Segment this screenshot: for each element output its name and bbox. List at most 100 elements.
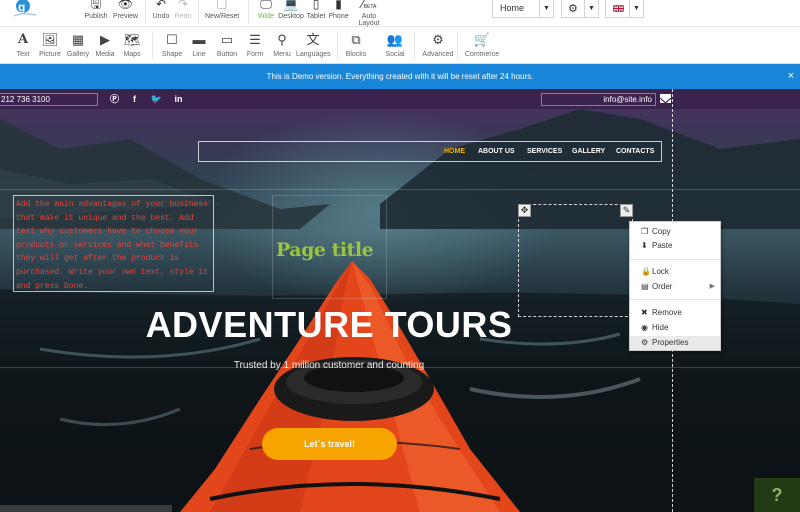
eye-icon: 👁 <box>117 0 134 11</box>
context-menu-paste[interactable]: ⬇ Paste <box>630 239 720 253</box>
nav-gallery[interactable]: GALLERY <box>572 148 605 155</box>
widget-languages-button[interactable]: 文 Languages <box>296 32 331 58</box>
demo-banner-text: This is Demo version. Everything created… <box>266 72 534 81</box>
nav-services[interactable]: SERVICES <box>527 148 562 155</box>
section-guide-line <box>0 189 800 190</box>
nav-home[interactable]: HOME <box>444 148 465 155</box>
lets-travel-button[interactable]: Let`s travel! <box>262 428 397 460</box>
laptop-icon: 💻 <box>283 0 299 11</box>
square-icon: ☐ <box>166 32 178 47</box>
eye-icon: ◉ <box>641 323 648 332</box>
page-title[interactable]: Page title <box>276 239 374 261</box>
hero-subtitle[interactable]: Trusted by 1 million customer and counti… <box>0 360 658 371</box>
gallery-icon: ▦ <box>71 32 85 47</box>
pinterest-icon[interactable]: Ⓟ <box>108 93 121 106</box>
chevron-down-icon: ▼ <box>584 0 598 17</box>
twitter-icon[interactable]: 🐦 <box>150 93 163 106</box>
device-wide-button[interactable]: 🖵 Wide <box>256 0 276 27</box>
redo-button[interactable]: ↷ Redo <box>173 0 193 27</box>
toolbar-divider <box>198 0 199 24</box>
editor-canvas[interactable]: 212 736 3100 Ⓟ f 🐦 in info@site.info HOM… <box>0 89 800 512</box>
context-menu-copy[interactable]: ❐ Copy <box>630 225 720 239</box>
site-nav[interactable]: HOME ABOUT US SERVICES GALLERY CONTACTS <box>198 141 662 162</box>
page-select[interactable]: Home ▼ <box>492 0 554 18</box>
widget-blocks-button[interactable]: ⧉ Blocks <box>341 32 371 58</box>
form-icon: ☰ <box>249 32 261 47</box>
widget-shape-button[interactable]: ☐ Shape <box>157 32 187 58</box>
selected-element-outline[interactable] <box>518 204 633 317</box>
chevron-right-icon: ▶ <box>709 283 715 290</box>
widget-form-button[interactable]: ☰ Form <box>240 32 270 58</box>
widget-maps-button[interactable]: 🗺 Maps <box>117 32 147 58</box>
publish-button[interactable]: 🖫 Publish <box>84 0 108 27</box>
widget-social-button[interactable]: 👥 Social <box>380 32 410 58</box>
preview-button[interactable]: 👁 Preview <box>112 0 139 27</box>
context-menu-lock[interactable]: 🔒 Lock <box>630 265 720 279</box>
device-desktop-button[interactable]: 💻 Desktop <box>278 0 304 27</box>
redo-icon: ↷ <box>177 0 189 11</box>
envelope-icon[interactable] <box>659 94 672 104</box>
undo-icon: ↶ <box>155 0 167 11</box>
close-icon[interactable]: × <box>785 64 797 89</box>
new-reset-button[interactable]: 🗋 New/Reset <box>205 0 239 27</box>
widget-media-button[interactable]: ▶ Media <box>90 32 120 58</box>
nav-about-us[interactable]: ABOUT US <box>478 148 515 155</box>
settings-dropdown[interactable]: ⚙ ▼ <box>561 0 599 18</box>
contact-bar: 212 736 3100 Ⓟ f 🐦 in info@site.info <box>0 89 800 109</box>
phone-icon: ▮ <box>335 0 342 11</box>
main-toolbar: g 🖫 Publish 👁 Preview ↶ Undo ↷ Redo 🗋 Ne… <box>0 0 800 27</box>
device-phone-button[interactable]: ▮ Phone <box>328 0 349 27</box>
svg-text:g: g <box>18 0 25 14</box>
toolbar-divider <box>457 33 458 59</box>
blocks-icon: ⧉ <box>351 32 361 47</box>
gear-icon: ⚙ <box>568 3 578 15</box>
facebook-icon[interactable]: f <box>128 93 141 106</box>
video-icon: ▶ <box>100 32 110 47</box>
widget-text-button[interactable]: A Text <box>8 32 38 58</box>
help-button[interactable]: ? <box>754 478 800 512</box>
widget-picture-button[interactable]: 🖼 Picture <box>35 32 65 58</box>
hero-title[interactable]: ADVENTURE TOURS <box>0 304 658 346</box>
pencil-icon[interactable]: ✎ <box>620 204 633 217</box>
language-dropdown[interactable]: ▼ <box>605 0 644 18</box>
toolbar-divider <box>145 0 146 24</box>
remove-icon: ✖ <box>641 308 648 317</box>
context-menu-divider <box>630 299 720 300</box>
lock-icon: 🔒 <box>641 267 651 276</box>
auto-layout-button[interactable]: ⁄BETA Auto Layout <box>351 0 387 27</box>
move-icon[interactable]: ✥ <box>518 204 531 217</box>
widget-button-button[interactable]: ▭ Button <box>212 32 242 58</box>
context-menu-remove[interactable]: ✖ Remove <box>630 306 720 320</box>
monitor-icon: 🖵 <box>260 0 272 11</box>
line-icon: ▬ <box>192 32 206 47</box>
widget-menu-button[interactable]: ⚲ Menu <box>267 32 297 58</box>
toolbar-divider <box>337 33 338 59</box>
context-menu-properties[interactable]: ⚙ Properties <box>630 336 720 350</box>
copy-icon: ❐ <box>641 227 649 236</box>
device-tablet-button[interactable]: ▯ Tablet <box>306 0 326 27</box>
context-menu-divider <box>630 259 720 260</box>
button-icon: ▭ <box>220 32 234 47</box>
gear-icon: ⚙ <box>641 338 649 347</box>
tablet-icon: ▯ <box>312 0 320 11</box>
save-icon: 🖫 <box>90 0 102 11</box>
bottom-panel-tab[interactable] <box>0 505 172 512</box>
undo-button[interactable]: ↶ Undo <box>150 0 172 27</box>
widget-gallery-button[interactable]: ▦ Gallery <box>63 32 93 58</box>
envelope-shape <box>659 97 672 104</box>
text-icon: A <box>17 32 29 47</box>
picture-icon: 🖼 <box>41 32 59 47</box>
context-menu-hide[interactable]: ◉ Hide <box>630 321 720 335</box>
linkedin-icon[interactable]: in <box>172 93 185 106</box>
widget-advanced-button[interactable]: ⚙ Advanced <box>421 32 455 58</box>
context-menu-order[interactable]: ▤ Order ▶ <box>630 280 720 294</box>
context-menu: ❐ Copy ⬇ Paste 🔒 Lock ▤ Order ▶ ✖ Remove… <box>629 221 721 351</box>
chevron-down-icon: ▼ <box>539 0 553 17</box>
phone-text[interactable]: 212 736 3100 <box>0 93 98 106</box>
nav-contacts[interactable]: CONTACTS <box>616 148 654 155</box>
widget-commerce-button[interactable]: 🛒 Commerce <box>464 32 500 58</box>
advantages-text-block[interactable]: Add the main advantages of your business… <box>13 195 214 292</box>
email-text[interactable]: info@site.info <box>541 93 656 106</box>
app-logo[interactable]: g <box>12 0 40 18</box>
widget-line-button[interactable]: ▬ Line <box>184 32 214 58</box>
